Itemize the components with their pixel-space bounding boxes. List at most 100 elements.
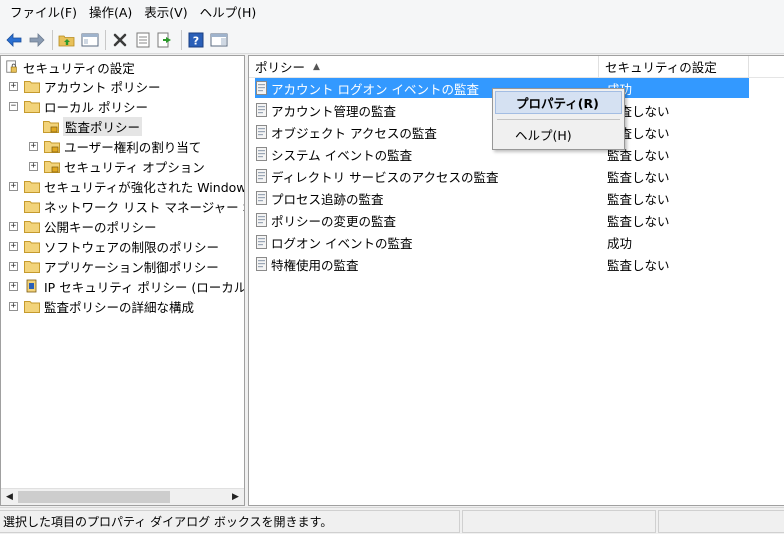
policy-icon xyxy=(255,81,269,95)
column-header-security-setting[interactable]: セキュリティの設定 xyxy=(599,56,749,78)
action-pane-icon[interactable] xyxy=(208,29,230,51)
expand-icon[interactable]: + xyxy=(9,281,18,291)
tree-item-user-rights[interactable]: + ユーザー権利の割り当て xyxy=(29,136,201,156)
tree-item-label: 監査ポリシーの詳細な構成 xyxy=(44,299,195,315)
policy-icon xyxy=(255,125,269,139)
toolbar-separator xyxy=(105,29,106,50)
tree-item-security-options[interactable]: + セキュリティ オプション xyxy=(29,156,205,176)
column-header-policy[interactable]: ポリシー ▲ xyxy=(249,56,599,78)
tree-pane: セキュリティの設定 + アカウント ポリシー − ローカル ポリシー 監査ポリシ… xyxy=(0,55,245,506)
tree-item-software-restriction[interactable]: + ソフトウェアの制限のポリシー xyxy=(9,236,219,256)
context-menu-separator xyxy=(497,119,620,120)
tree-item-advanced-audit[interactable]: + 監査ポリシーの詳細な構成 xyxy=(9,296,194,316)
tree-item-account-policy[interactable]: + アカウント ポリシー xyxy=(9,76,160,96)
back-icon[interactable] xyxy=(3,29,25,51)
tree-item-label: 公開キーのポリシー xyxy=(44,219,157,235)
toolbar: ? xyxy=(0,26,784,54)
status-text: 選択した項目のプロパティ ダイアログ ボックスを開きます。 xyxy=(0,510,460,533)
expand-icon[interactable]: + xyxy=(9,181,18,191)
table-row[interactable]: ディレクトリ サービスのアクセスの監査 監査しない xyxy=(255,166,749,186)
menu-view[interactable]: 表示(V) xyxy=(138,0,193,26)
tree-item-app-control[interactable]: + アプリケーション制御ポリシー xyxy=(9,256,219,276)
horizontal-scrollbar[interactable]: ◀ ▶ xyxy=(1,488,244,505)
tree-item-network-list-manager[interactable]: ネットワーク リスト マネージャー ポ xyxy=(24,196,245,216)
policy-name: ディレクトリ サービスのアクセスの監査 xyxy=(271,169,499,185)
tree-item-label: ネットワーク リスト マネージャー ポ xyxy=(44,199,245,215)
table-row[interactable]: プロセス追跡の監査 監査しない xyxy=(255,188,749,208)
table-row[interactable]: ログオン イベントの監査 成功 xyxy=(255,232,749,252)
security-settings-icon xyxy=(6,60,17,73)
menu-file[interactable]: ファイル(F) xyxy=(4,0,83,26)
expand-icon[interactable]: + xyxy=(9,241,18,251)
locked-folder-icon xyxy=(44,160,60,173)
scroll-right-icon[interactable]: ▶ xyxy=(227,489,244,505)
tree-item-label: ソフトウェアの制限のポリシー xyxy=(44,239,220,255)
policy-icon xyxy=(255,213,269,227)
security-setting-value: 監査しない xyxy=(607,169,670,185)
toolbar-separator xyxy=(52,29,53,50)
tree-item-public-key-policy[interactable]: + 公開キーのポリシー xyxy=(9,216,157,236)
policy-name: プロセス追跡の監査 xyxy=(271,191,384,207)
forward-icon[interactable] xyxy=(26,29,48,51)
column-header-filler xyxy=(749,56,784,78)
policy-icon xyxy=(255,169,269,183)
policy-icon xyxy=(255,235,269,249)
security-setting-value: 監査しない xyxy=(607,257,670,273)
export-list-icon[interactable] xyxy=(155,29,177,51)
policy-name: ログオン イベントの監査 xyxy=(271,235,413,251)
policy-icon xyxy=(255,257,269,271)
expand-icon[interactable]: + xyxy=(29,141,38,151)
scroll-left-icon[interactable]: ◀ xyxy=(1,489,18,505)
expand-icon[interactable]: + xyxy=(9,301,18,311)
policy-icon xyxy=(255,147,269,161)
tree-root-label: セキュリティの設定 xyxy=(23,60,135,76)
security-setting-value: 成功 xyxy=(607,235,633,251)
scrollbar-thumb[interactable] xyxy=(18,491,170,503)
menu-help[interactable]: ヘルプ(H) xyxy=(194,0,263,26)
show-hide-tree-icon[interactable] xyxy=(79,29,101,51)
expand-icon[interactable]: + xyxy=(9,261,18,271)
tree-item-local-policy[interactable]: − ローカル ポリシー xyxy=(9,96,148,116)
collapse-icon[interactable]: − xyxy=(9,101,18,111)
expand-icon[interactable]: + xyxy=(29,161,38,171)
up-folder-icon[interactable] xyxy=(56,29,78,51)
folder-icon xyxy=(24,300,40,313)
folder-icon xyxy=(24,200,40,213)
column-header-label: ポリシー xyxy=(255,60,306,75)
tree-item-label: 監査ポリシー xyxy=(63,116,143,136)
toolbar-separator xyxy=(181,29,182,50)
tree-item-windows-firewall[interactable]: + セキュリティが強化された Windows xyxy=(9,176,245,196)
menu-action[interactable]: 操作(A) xyxy=(83,0,138,26)
expand-icon[interactable]: + xyxy=(9,81,18,91)
tree-item-ip-security[interactable]: + IP セキュリティ ポリシー (ローカル xyxy=(9,276,245,296)
table-row[interactable]: 特権使用の監査 監査しない xyxy=(255,254,749,274)
tree-item-label: IP セキュリティ ポリシー (ローカル xyxy=(44,279,245,295)
locked-folder-icon xyxy=(43,120,59,133)
folder-icon xyxy=(24,260,40,273)
policy-name: 特権使用の監査 xyxy=(271,257,359,273)
help-icon[interactable]: ? xyxy=(185,29,207,51)
table-row[interactable]: ポリシーの変更の監査 監査しない xyxy=(255,210,749,230)
expand-icon[interactable]: + xyxy=(9,221,18,231)
context-menu-properties[interactable]: プロパティ(R) xyxy=(495,91,622,114)
delete-icon[interactable] xyxy=(109,29,131,51)
security-setting-value: 監査しない xyxy=(607,213,670,229)
folder-icon xyxy=(24,240,40,253)
tree-item-label: セキュリティが強化された Windows xyxy=(44,179,245,195)
folder-icon xyxy=(24,100,40,113)
status-panel-3 xyxy=(658,510,784,533)
properties-icon[interactable] xyxy=(132,29,154,51)
folder-icon xyxy=(24,220,40,233)
folder-icon xyxy=(24,180,40,193)
tree-item-audit-policy[interactable]: 監査ポリシー xyxy=(43,116,143,136)
menu-bar: ファイル(F) 操作(A) 表示(V) ヘルプ(H) xyxy=(0,0,784,26)
status-panel-2 xyxy=(462,510,656,533)
context-menu: プロパティ(R) ヘルプ(H) xyxy=(492,88,625,150)
tree-root[interactable]: セキュリティの設定 xyxy=(5,57,135,77)
context-menu-help[interactable]: ヘルプ(H) xyxy=(495,123,622,146)
folder-icon xyxy=(24,80,40,93)
ip-security-icon xyxy=(26,279,37,293)
svg-text:?: ? xyxy=(193,34,199,47)
tree-item-label: アプリケーション制御ポリシー xyxy=(44,259,219,275)
status-bar: 選択した項目のプロパティ ダイアログ ボックスを開きます。 xyxy=(0,507,784,534)
